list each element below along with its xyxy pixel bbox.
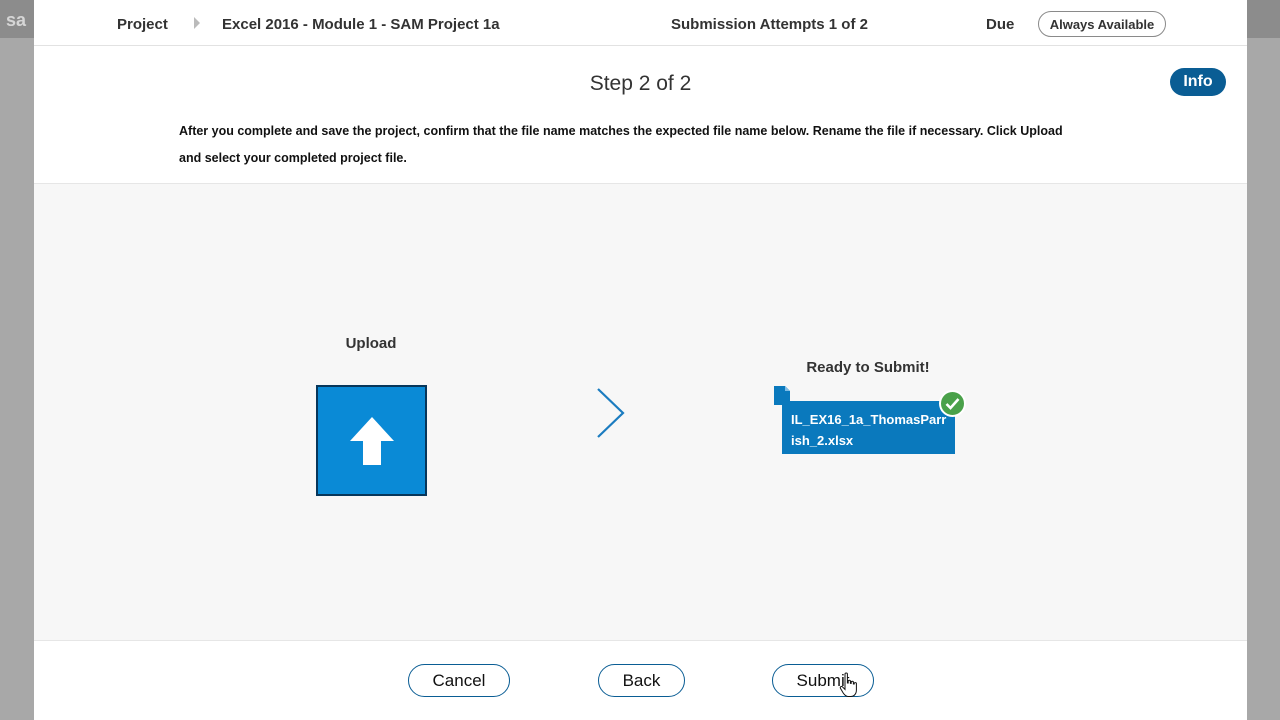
chevron-right-icon [597,388,625,438]
upload-label: Upload [345,335,397,352]
due-badge: Always Available [1038,11,1166,37]
upload-button[interactable] [316,385,427,496]
ready-to-submit-label: Ready to Submit! [806,359,930,376]
cancel-button[interactable]: Cancel [408,664,510,697]
modal-header: Project Excel 2016 - Module 1 - SAM Proj… [34,0,1247,46]
back-button[interactable]: Back [598,664,685,697]
hand-cursor-icon [839,672,857,697]
breadcrumb-caret-icon [194,17,200,29]
breadcrumb-module-title: Excel 2016 - Module 1 - SAM Project 1a [222,16,500,33]
background-logo: sa [6,10,27,30]
upload-arrow-icon [349,416,394,465]
step-title: Step 2 of 2 [589,72,692,95]
due-label: Due [986,16,1015,33]
breadcrumb-project[interactable]: Project [117,16,168,33]
submission-attempts: Submission Attempts 1 of 2 [671,16,868,33]
submission-modal: Project Excel 2016 - Module 1 - SAM Proj… [34,0,1247,720]
instructions-line-1: After you complete and save the project,… [179,124,1063,138]
info-button[interactable]: Info [1170,68,1226,96]
uploaded-file-card: IL_EX16_1a_ThomasParrish_2.xlsx [782,401,955,454]
upload-area: Upload Ready to Submit! IL_EX16_1a_Thoma… [34,183,1247,641]
check-icon [939,390,966,417]
instructions-line-2: and select your completed project file. [179,151,407,165]
instructions: After you complete and save the project,… [179,118,1119,172]
